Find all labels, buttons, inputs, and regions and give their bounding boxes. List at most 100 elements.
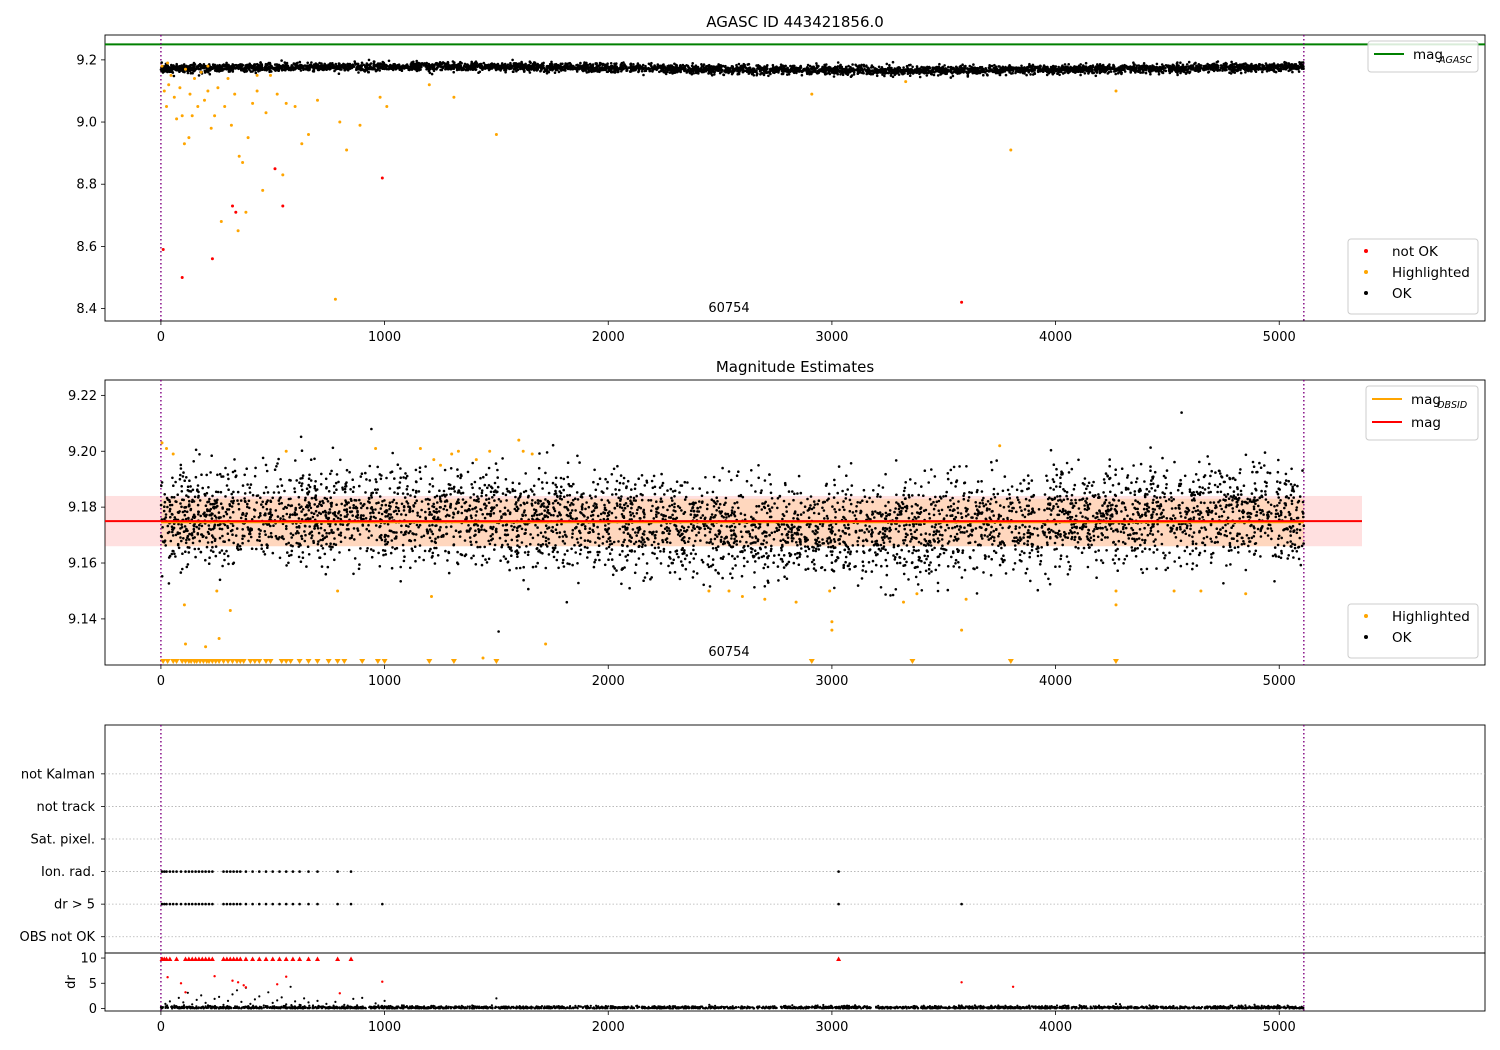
data-point-highlighted bbox=[264, 111, 268, 115]
data-point-ok bbox=[244, 66, 247, 69]
data-point-ok bbox=[997, 65, 1000, 68]
data-point-ok bbox=[459, 66, 463, 69]
data-point-ok bbox=[966, 73, 970, 77]
data-point-highlighted bbox=[182, 142, 186, 146]
data-point-ok bbox=[187, 65, 190, 69]
data-point-ok bbox=[718, 71, 722, 75]
data-point-ok bbox=[841, 71, 844, 75]
data-point-ok bbox=[430, 72, 434, 76]
data-point-highlighted bbox=[246, 136, 250, 140]
data-point-ok bbox=[431, 66, 434, 69]
data-point-ok bbox=[1259, 67, 1262, 71]
data-point-ok bbox=[1167, 69, 1171, 73]
legend-subscript: AGASC bbox=[1438, 55, 1472, 66]
magnitude-history-panel: AGASC ID 443421856.00 1000 2000 3000 4000 500… bbox=[76, 13, 1486, 345]
data-point-ok bbox=[179, 467, 183, 470]
data-point-ok bbox=[762, 69, 766, 73]
data-point-highlighted bbox=[175, 117, 179, 121]
data-point-ok bbox=[987, 70, 991, 73]
data-point-ok bbox=[273, 468, 277, 472]
data-point-ok bbox=[683, 69, 686, 72]
data-point-ok bbox=[767, 74, 770, 78]
data-point-ok bbox=[939, 73, 942, 76]
data-point-ok bbox=[691, 62, 694, 65]
data-point-ok bbox=[1131, 66, 1135, 70]
data-point-ok bbox=[487, 68, 491, 72]
data-point-ok bbox=[223, 64, 226, 68]
data-point-ok bbox=[234, 63, 237, 67]
data-point-ok bbox=[605, 70, 609, 73]
data-point-ok bbox=[330, 65, 333, 69]
data-point-ok bbox=[1155, 567, 1158, 570]
data-point-ok bbox=[160, 61, 163, 64]
data-point-ok bbox=[230, 65, 233, 69]
data-point-ok bbox=[871, 72, 875, 76]
data-point-ok bbox=[902, 72, 905, 76]
data-point-ok bbox=[1179, 67, 1182, 70]
data-point-ok bbox=[847, 68, 850, 72]
data-point-ok bbox=[757, 66, 760, 69]
data-point-ok bbox=[638, 64, 642, 68]
data-point-ok bbox=[862, 544, 865, 548]
data-point-ok bbox=[1063, 68, 1066, 72]
data-point-ok bbox=[390, 66, 393, 70]
data-point-ok bbox=[563, 530, 566, 534]
data-point-ok bbox=[897, 66, 901, 69]
data-point-ok bbox=[812, 567, 816, 570]
data-point-ok bbox=[427, 69, 431, 73]
data-point-highlighted bbox=[275, 92, 279, 96]
data-point-ok bbox=[420, 62, 424, 65]
data-point-ok bbox=[760, 67, 764, 70]
data-point-ok bbox=[1261, 67, 1265, 70]
data-point-ok bbox=[318, 61, 321, 65]
data-point-ok bbox=[1281, 65, 1284, 68]
data-point-ok bbox=[1124, 542, 1127, 545]
data-point-ok bbox=[1297, 70, 1301, 73]
data-point-ok bbox=[834, 68, 837, 71]
x-tick-label: 5000 bbox=[1263, 330, 1296, 345]
data-point-ok bbox=[232, 499, 235, 503]
data-point-ok bbox=[1106, 72, 1110, 75]
y-tick-label: 9.0 bbox=[76, 116, 97, 131]
data-point-ok bbox=[324, 64, 327, 67]
data-point-ok bbox=[1193, 62, 1196, 66]
data-point-ok bbox=[731, 65, 734, 68]
data-point-ok bbox=[1077, 458, 1080, 462]
data-point-ok bbox=[710, 68, 713, 71]
data-point-ok bbox=[268, 65, 272, 69]
data-point-ok bbox=[602, 68, 606, 71]
data-point-ok bbox=[679, 65, 683, 69]
data-point-ok bbox=[1235, 69, 1239, 73]
data-point-ok bbox=[839, 63, 842, 67]
data-point-ok bbox=[363, 64, 367, 67]
data-point-ok bbox=[478, 487, 482, 490]
data-point-ok bbox=[505, 499, 508, 502]
data-point-ok bbox=[1137, 64, 1141, 67]
data-point-ok bbox=[1076, 67, 1080, 70]
data-point-ok bbox=[281, 65, 285, 68]
data-point-ok bbox=[965, 67, 969, 70]
data-point-ok bbox=[795, 71, 798, 75]
data-point-ok bbox=[553, 71, 557, 74]
data-point-ok bbox=[322, 68, 325, 72]
data-point-ok bbox=[587, 69, 590, 72]
data-point-ok bbox=[622, 67, 625, 71]
data-point-ok bbox=[509, 61, 512, 65]
data-point-ok bbox=[400, 65, 404, 68]
data-point-ok bbox=[1020, 68, 1024, 72]
data-point-ok bbox=[440, 68, 444, 72]
data-point-ok bbox=[743, 549, 746, 552]
data-point-highlighted bbox=[255, 89, 259, 93]
data-point-ok bbox=[885, 71, 889, 75]
data-point-highlighted bbox=[269, 73, 272, 77]
data-point-ok bbox=[998, 68, 1001, 72]
data-point-ok bbox=[504, 69, 508, 72]
data-point-ok bbox=[1064, 65, 1067, 69]
data-point-ok bbox=[357, 71, 360, 74]
data-point-ok bbox=[632, 69, 635, 72]
data-point-ok bbox=[785, 70, 789, 73]
data-point-ok bbox=[915, 71, 919, 75]
data-point-highlighted bbox=[193, 77, 196, 80]
data-point-ok bbox=[415, 69, 419, 73]
data-point-ok bbox=[1202, 64, 1206, 68]
